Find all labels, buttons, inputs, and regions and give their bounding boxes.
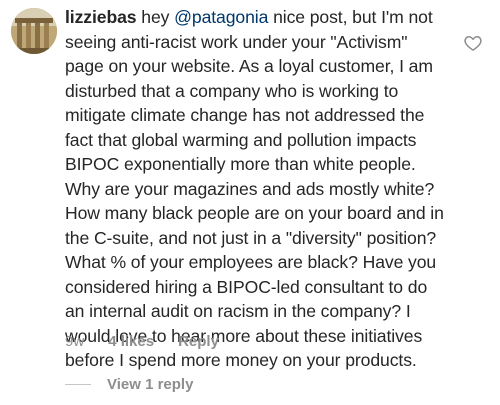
avatar[interactable] — [11, 8, 57, 54]
mention-link[interactable]: @patagonia — [174, 7, 268, 27]
reply-divider-line — [65, 384, 91, 385]
comment-username[interactable]: lizziebas — [65, 7, 137, 27]
view-replies-button[interactable]: View 1 reply — [65, 376, 193, 393]
reply-button[interactable]: Reply — [178, 333, 219, 350]
comment-text-start: hey — [141, 7, 175, 27]
comment-text-rest: nice post, but I'm not seeing anti-racis… — [65, 7, 444, 370]
comment-age: 9w — [65, 333, 85, 350]
comment-meta: 9w 4 likes Reply — [65, 333, 219, 350]
comment-text: lizziebas hey @patagonia nice post, but … — [65, 5, 450, 373]
view-replies-label: View 1 reply — [107, 376, 194, 393]
heart-outline-icon[interactable] — [463, 33, 483, 53]
avatar-image — [11, 8, 57, 54]
likes-count[interactable]: 4 likes — [108, 333, 154, 350]
